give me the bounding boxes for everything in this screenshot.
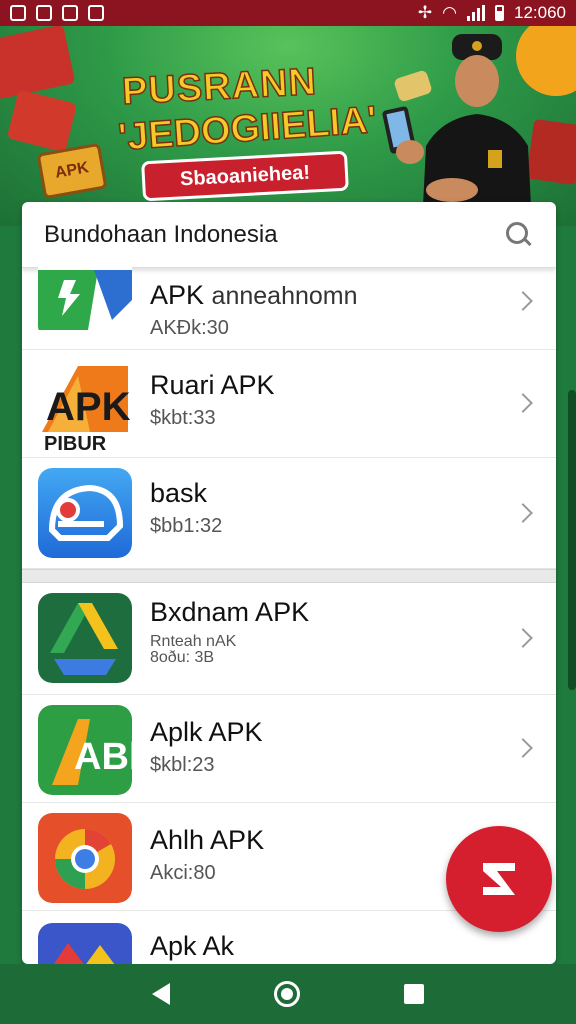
battery-icon: [495, 5, 504, 21]
status-bar: ✢ ◠ 12:060: [0, 0, 576, 26]
wifi-icon: ◠: [442, 3, 457, 22]
crate-icon: APK: [36, 142, 108, 200]
gift-box-icon: [526, 118, 576, 186]
chevron-right-icon: [513, 738, 533, 758]
app-icon-helmet: [38, 468, 132, 558]
app-title: Aplk APK: [150, 717, 263, 747]
app-icon-sublabel: PIBUR: [44, 433, 107, 452]
app-meta: $bb1:32: [150, 515, 223, 537]
list-item[interactable]: APK PIBUR Ruari APK $kbt:33: [22, 350, 556, 458]
recent-apps-icon[interactable]: [404, 984, 424, 1004]
list-item[interactable]: Bxdnam APK Rnteah nAK 8oðu: 3B: [22, 583, 556, 695]
signal-icon: [467, 5, 485, 21]
app-meta: Rnteah nAK: [150, 633, 237, 650]
app-icon-label: ABk: [74, 736, 132, 778]
mail-icon: [62, 5, 78, 21]
search-icon[interactable]: [504, 220, 534, 250]
gift-box-icon: [0, 26, 76, 100]
navigation-bar: [0, 964, 576, 1024]
list-item[interactable]: bask $bb1:32: [22, 458, 556, 569]
search-label: Bundohaan Indonesia: [44, 220, 278, 248]
app-title: APK: [150, 280, 205, 310]
app-subtitle: anneahnomn: [211, 282, 358, 310]
app-title: bask: [150, 478, 208, 508]
banner-cta-button[interactable]: Sbaoaniehea!: [141, 150, 349, 202]
app-title: Bxdnam APK: [150, 597, 310, 627]
apk-fab-icon: [483, 863, 515, 895]
chevron-right-icon: [513, 291, 533, 311]
app-icon: [88, 5, 104, 21]
gallery-icon: [36, 5, 52, 21]
app-icon-chrome: [38, 813, 132, 903]
home-icon[interactable]: [274, 981, 300, 1007]
app-icon-abk: ABk: [38, 705, 132, 795]
back-icon[interactable]: [152, 983, 170, 1005]
app-icon-bolt: [38, 250, 132, 340]
app-meta: $kbt:33: [150, 407, 216, 429]
notification-icons: [10, 5, 104, 21]
officer-illustration: [382, 34, 532, 226]
chevron-right-icon: [513, 393, 533, 413]
vibrate-icon: ✢: [417, 3, 433, 22]
notification-icon: [10, 5, 26, 21]
list-item[interactable]: ABk Aplk APK $kbl:23: [22, 695, 556, 803]
section-divider: [22, 569, 556, 583]
promo-banner[interactable]: APK PUSRANN 'JEDOGIIELIA' Sbaoaniehea!: [0, 26, 576, 226]
app-title: Apk Ak: [150, 931, 235, 961]
list-item[interactable]: APK anneahnomn AKĐk:30: [22, 250, 556, 350]
app-meta-secondary: 8oðu: 3B: [150, 649, 215, 666]
chevron-right-icon: [513, 628, 533, 648]
gift-box-icon: [6, 89, 78, 153]
app-title: Ruari APK: [150, 370, 275, 400]
app-meta: Akci:80: [150, 862, 216, 884]
chevron-right-icon: [513, 503, 533, 523]
app-icon-drive: [38, 593, 132, 683]
apk-fab-button[interactable]: [446, 826, 552, 932]
app-meta: $kbl:23: [150, 754, 215, 776]
app-icon-apk-pibur: APK PIBUR: [38, 362, 132, 452]
scrollbar[interactable]: [568, 390, 576, 690]
app-icon-partial: [38, 923, 132, 964]
app-icon-label: APK: [46, 385, 131, 429]
app-meta: AKĐk:30: [150, 317, 229, 339]
clock: 12:060: [514, 3, 566, 22]
app-title: Ahlh APK: [150, 825, 265, 855]
